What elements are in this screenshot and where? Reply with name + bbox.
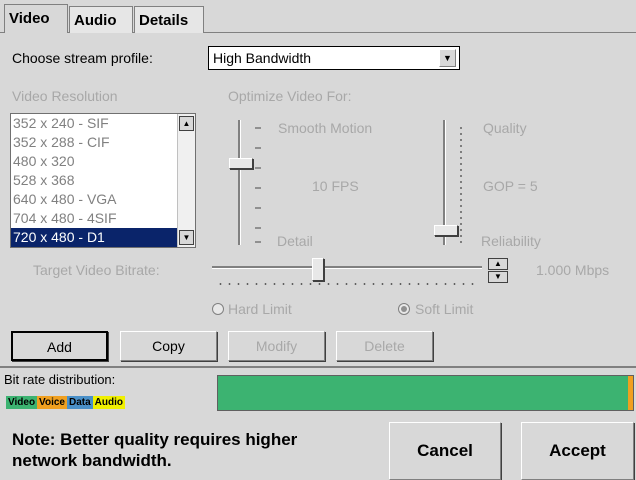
slider-tick xyxy=(255,147,261,149)
list-item[interactable]: 640 x 480 - VGA xyxy=(11,190,195,209)
list-item-selected[interactable]: 720 x 480 - D1 xyxy=(11,228,177,247)
legend-audio: Audio xyxy=(92,396,125,409)
resolution-listbox[interactable]: 352 x 240 - SIF 352 x 288 - CIF 480 x 32… xyxy=(10,113,196,248)
stepper-up-icon[interactable]: ▲ xyxy=(488,258,508,270)
list-item[interactable]: 704 x 480 - 4SIF xyxy=(11,209,195,228)
motion-slider-track[interactable] xyxy=(238,120,241,245)
chevron-down-icon[interactable]: ▼ xyxy=(439,49,456,67)
legend-data: Data xyxy=(66,396,93,409)
fps-value: 10 FPS xyxy=(312,178,359,194)
motion-slider-thumb[interactable] xyxy=(229,158,253,169)
tab-details[interactable]: Details xyxy=(134,6,204,34)
optimize-label: Optimize Video For: xyxy=(228,88,352,104)
reliability-label: Reliability xyxy=(481,233,541,249)
resolution-label: Video Resolution xyxy=(12,88,118,104)
list-item[interactable]: 480 x 320 xyxy=(11,152,195,171)
slider-tick xyxy=(255,167,261,169)
resolution-scrollbar[interactable]: ▲ ▼ xyxy=(177,114,195,247)
smooth-motion-label: Smooth Motion xyxy=(278,120,373,136)
list-item[interactable]: 528 x 368 xyxy=(11,171,195,190)
bitrate-slider-track[interactable] xyxy=(212,266,482,269)
scroll-down-icon[interactable]: ▼ xyxy=(179,230,194,245)
modify-button[interactable]: Modify xyxy=(228,331,325,361)
bitrate-tick-marks xyxy=(216,283,478,285)
list-item[interactable]: 352 x 240 - SIF xyxy=(11,114,195,133)
bitrate-slider-thumb[interactable] xyxy=(312,258,324,281)
legend-voice: Voice xyxy=(37,396,67,409)
gop-value: GOP = 5 xyxy=(483,178,538,194)
quality-slider-thumb[interactable] xyxy=(434,225,458,236)
distribution-legend: Video Voice Data Audio xyxy=(6,393,125,409)
accept-button[interactable]: Accept xyxy=(521,422,634,480)
copy-button[interactable]: Copy xyxy=(120,331,217,361)
distribution-voice-segment xyxy=(628,376,633,410)
distribution-bar xyxy=(217,375,634,411)
distribution-label: Bit rate distribution: xyxy=(4,372,116,387)
legend-video: Video xyxy=(6,396,38,409)
profile-select[interactable]: High Bandwidth ▼ xyxy=(208,46,460,70)
detail-label: Detail xyxy=(277,233,313,249)
add-button[interactable]: Add xyxy=(11,331,108,361)
profile-value: High Bandwidth xyxy=(213,50,312,66)
divider xyxy=(0,366,636,368)
list-item[interactable]: 352 x 288 - CIF xyxy=(11,133,195,152)
note-line-1: Note: Better quality requires higher xyxy=(12,430,298,449)
tab-strip: Video Audio Details xyxy=(0,0,636,34)
scroll-up-icon[interactable]: ▲ xyxy=(179,116,194,131)
slider-tick xyxy=(255,127,261,129)
bitrate-value: 1.000 Mbps xyxy=(536,262,610,278)
hard-limit-label: Hard Limit xyxy=(228,301,292,317)
slider-tick xyxy=(255,227,261,229)
bitrate-stepper[interactable]: ▲ ▼ xyxy=(488,258,510,284)
slider-tick xyxy=(255,241,261,243)
bandwidth-note: Note: Better quality requires higher net… xyxy=(12,429,297,471)
stepper-down-icon[interactable]: ▼ xyxy=(488,271,508,283)
slider-tick-marks xyxy=(460,125,462,245)
soft-limit-radio[interactable] xyxy=(398,303,410,315)
tab-video[interactable]: Video xyxy=(4,4,68,34)
slider-tick xyxy=(255,187,261,189)
quality-label: Quality xyxy=(483,120,527,136)
bitrate-label: Target Video Bitrate: xyxy=(33,262,160,278)
delete-button[interactable]: Delete xyxy=(336,331,433,361)
video-panel: Choose stream profile: High Bandwidth ▼ … xyxy=(0,33,636,367)
soft-limit-label: Soft Limit xyxy=(415,301,474,317)
hard-limit-radio[interactable] xyxy=(212,303,224,315)
profile-label: Choose stream profile: xyxy=(12,50,153,66)
tab-audio[interactable]: Audio xyxy=(69,6,133,34)
slider-tick xyxy=(255,207,261,209)
cancel-button[interactable]: Cancel xyxy=(389,422,501,480)
note-line-2: network bandwidth. xyxy=(12,451,172,470)
